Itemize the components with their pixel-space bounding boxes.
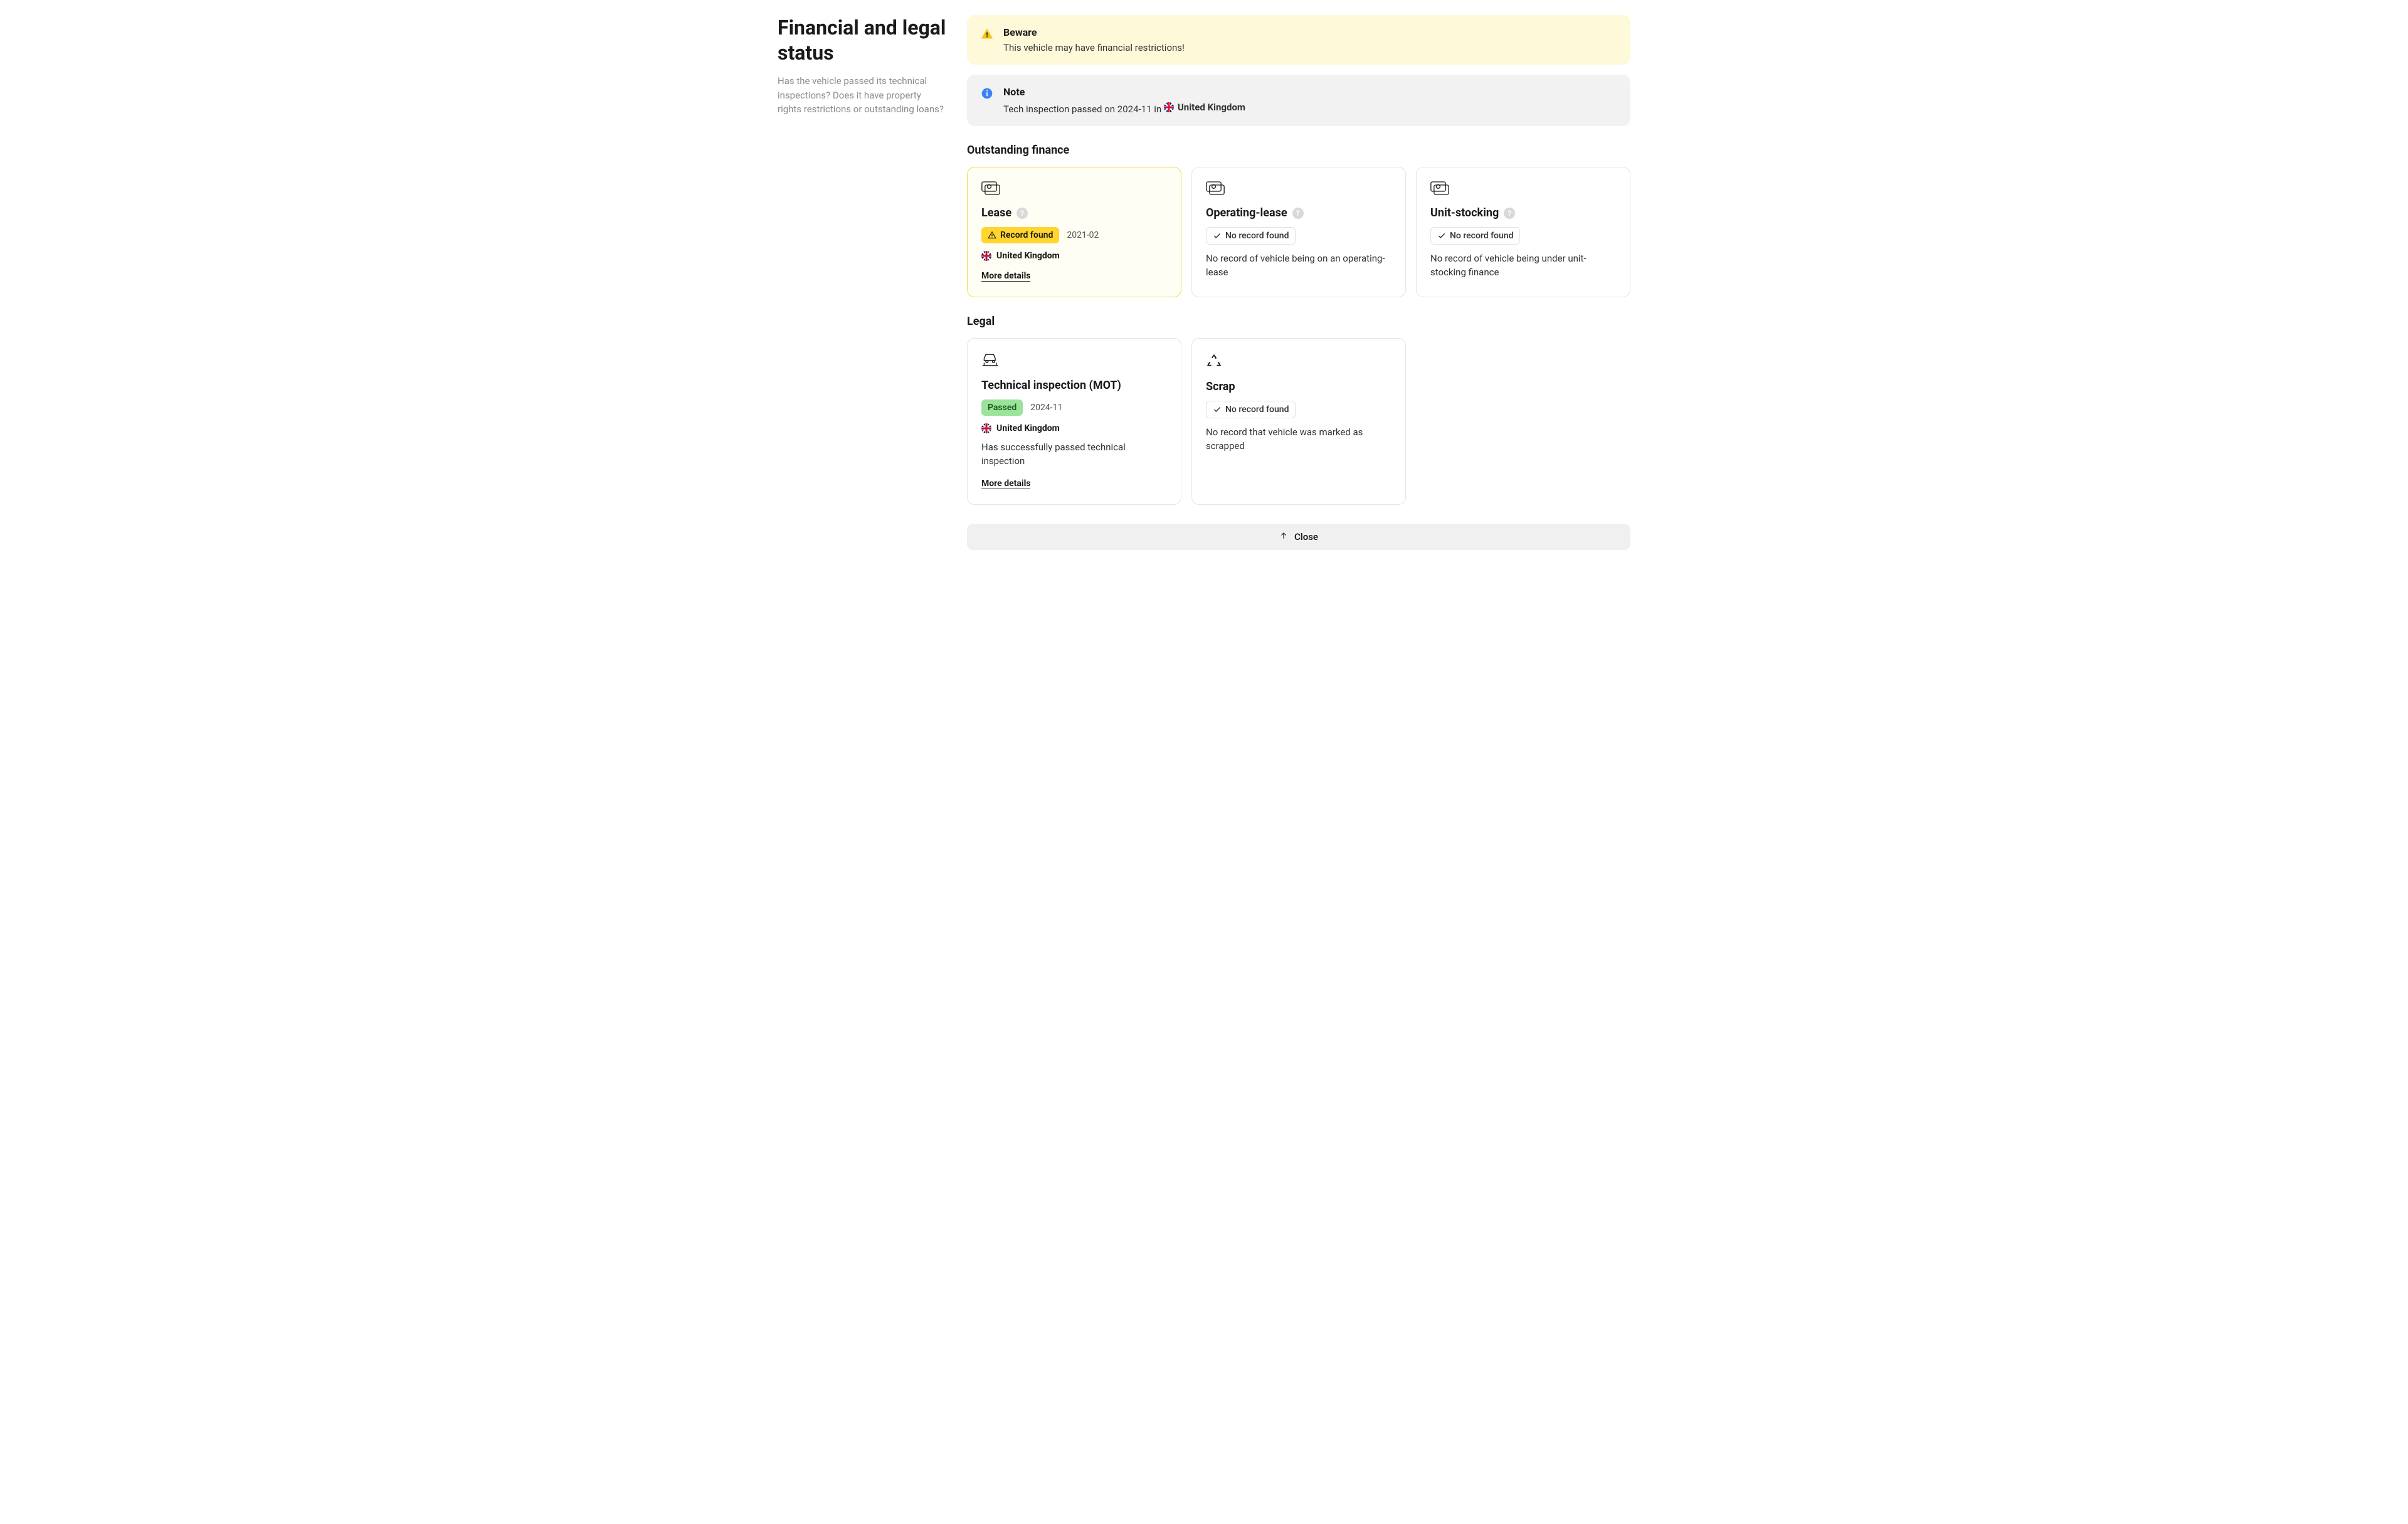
help-icon[interactable]: ? [1017,208,1028,219]
card-mot-country-row: United Kingdom [981,423,1167,433]
card-lease-country: United Kingdom [996,251,1060,261]
info-icon [981,87,993,100]
card-lease-title: Lease [981,206,1011,220]
status-pill-passed: Passed [981,400,1023,416]
section-title-finance: Outstanding finance [967,144,1630,157]
card-mot-title: Technical inspection (MOT) [981,379,1121,392]
card-operating-lease: Operating-lease ? No record found No rec… [1191,167,1406,297]
car-lift-icon [981,352,1167,370]
alert-beware-message: This vehicle may have financial restrict… [1003,42,1185,53]
alert-note-prefix: Tech inspection passed on 2024-11 in [1003,103,1161,115]
status-pill-no-record: No record found [1430,227,1520,245]
status-pill-label: Passed [988,403,1017,413]
status-pill-record-found: Record found [981,227,1059,243]
uk-flag-icon [981,251,991,261]
card-lease-country-row: United Kingdom [981,251,1167,261]
card-mot-date: 2024-11 [1030,403,1062,413]
help-icon[interactable]: ? [1504,208,1515,219]
card-unit-stocking-desc: No record of vehicle being under unit-st… [1430,252,1616,280]
alert-note-country: United Kingdom [1178,102,1245,113]
status-pill-label: Record found [1000,230,1053,240]
alert-note-message: Tech inspection passed on 2024-11 in Uni… [1003,102,1245,115]
card-operating-lease-desc: No record of vehicle being on an operati… [1206,252,1391,280]
money-icon [1206,181,1391,198]
close-button[interactable]: Close [967,524,1630,550]
arrow-up-icon [1279,531,1288,542]
section-title-legal: Legal [967,315,1630,328]
card-lease: Lease ? Record found 2021-02 United King… [967,167,1181,297]
card-operating-lease-title: Operating-lease [1206,206,1287,220]
status-pill-label: No record found [1225,231,1289,241]
card-scrap-desc: No record that vehicle was marked as scr… [1206,426,1391,453]
page-title: Financial and legal status [778,15,947,65]
money-icon [981,181,1167,198]
status-pill-no-record: No record found [1206,401,1296,418]
status-pill-no-record: No record found [1206,227,1296,245]
page-subtitle: Has the vehicle passed its technical ins… [778,74,947,117]
status-pill-label: No record found [1225,405,1289,415]
money-icon [1430,181,1616,198]
more-details-link[interactable]: More details [981,479,1030,489]
uk-flag-icon [981,423,991,433]
uk-flag-icon [1164,102,1174,112]
card-unit-stocking: Unit-stocking ? No record found No recor… [1416,167,1630,297]
card-scrap-title: Scrap [1206,380,1235,393]
alert-beware: Beware This vehicle may have financial r… [967,15,1630,65]
help-icon[interactable]: ? [1292,208,1304,219]
card-mot-desc: Has successfully passed technical inspec… [981,441,1167,468]
card-unit-stocking-title: Unit-stocking [1430,206,1499,220]
more-details-link[interactable]: More details [981,271,1030,282]
warning-triangle-icon [981,28,993,40]
recycle-icon [1206,352,1391,371]
alert-beware-title: Beware [1003,26,1185,38]
card-mot: Technical inspection (MOT) Passed 2024-1… [967,338,1181,505]
card-mot-country: United Kingdom [996,423,1060,433]
close-button-label: Close [1294,531,1318,542]
card-lease-date: 2021-02 [1067,230,1099,240]
card-scrap: Scrap No record found No record that veh… [1191,338,1406,505]
status-pill-label: No record found [1450,231,1513,241]
alert-note: Note Tech inspection passed on 2024-11 i… [967,75,1630,126]
alert-note-title: Note [1003,86,1245,98]
